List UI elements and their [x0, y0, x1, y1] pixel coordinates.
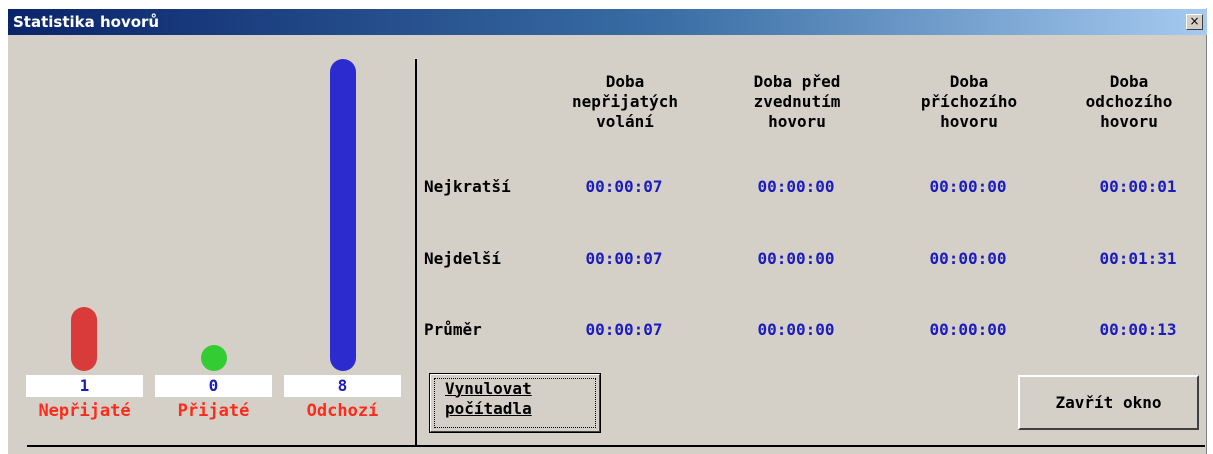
table-cell: 00:00:07	[585, 320, 663, 339]
vertical-divider	[415, 59, 417, 446]
row-label-shortest: Nejkratší	[424, 177, 511, 196]
missed-count: 1	[26, 375, 143, 397]
reset-counters-button[interactable]: Vynulovat počítadla	[429, 373, 601, 433]
received-bar	[201, 345, 227, 371]
table-cell: 00:00:07	[585, 249, 663, 268]
table-cell: 00:00:00	[929, 249, 1007, 268]
title-bar[interactable]: Statistika hovorů ×	[8, 9, 1207, 35]
table-cell: 00:00:00	[757, 177, 835, 196]
close-icon[interactable]: ×	[1186, 14, 1203, 30]
missed-label: Nepřijaté	[38, 401, 131, 421]
table-cell: 00:00:00	[757, 249, 835, 268]
table-cell: 00:00:00	[929, 177, 1007, 196]
table-cell: 00:00:00	[757, 320, 835, 339]
row-label-average: Průměr	[424, 320, 482, 339]
reset-counters-label: Vynulovat počítadla	[445, 379, 532, 418]
column-header-incoming-duration: Doba příchozího hovoru	[920, 72, 1018, 131]
table-cell: 00:00:13	[1099, 320, 1177, 339]
table-cell: 00:00:07	[585, 177, 663, 196]
column-header-outgoing-duration: Doba odchozího hovoru	[1085, 72, 1173, 131]
received-label: Přijaté	[177, 401, 250, 421]
bottom-separator	[27, 445, 1205, 447]
call-statistics-window: Statistika hovorů × 1 0 8 Nepřijaté Přij…	[7, 8, 1207, 454]
table-cell: 00:00:01	[1099, 177, 1177, 196]
close-window-button[interactable]: Zavřít okno	[1018, 375, 1199, 430]
window-title: Statistika hovorů	[13, 13, 160, 31]
column-header-missed-duration: Doba nepřijatých volání	[572, 72, 678, 131]
column-header-pickup-delay: Doba před zvednutím hovoru	[753, 72, 841, 131]
received-count: 0	[155, 375, 272, 397]
table-cell: 00:01:31	[1099, 249, 1177, 268]
outgoing-count: 8	[284, 375, 401, 397]
outgoing-label: Odchozí	[306, 401, 379, 421]
outgoing-bar	[330, 59, 356, 371]
missed-bar	[71, 307, 97, 371]
table-cell: 00:00:00	[929, 320, 1007, 339]
row-label-longest: Nejdelší	[424, 249, 502, 268]
